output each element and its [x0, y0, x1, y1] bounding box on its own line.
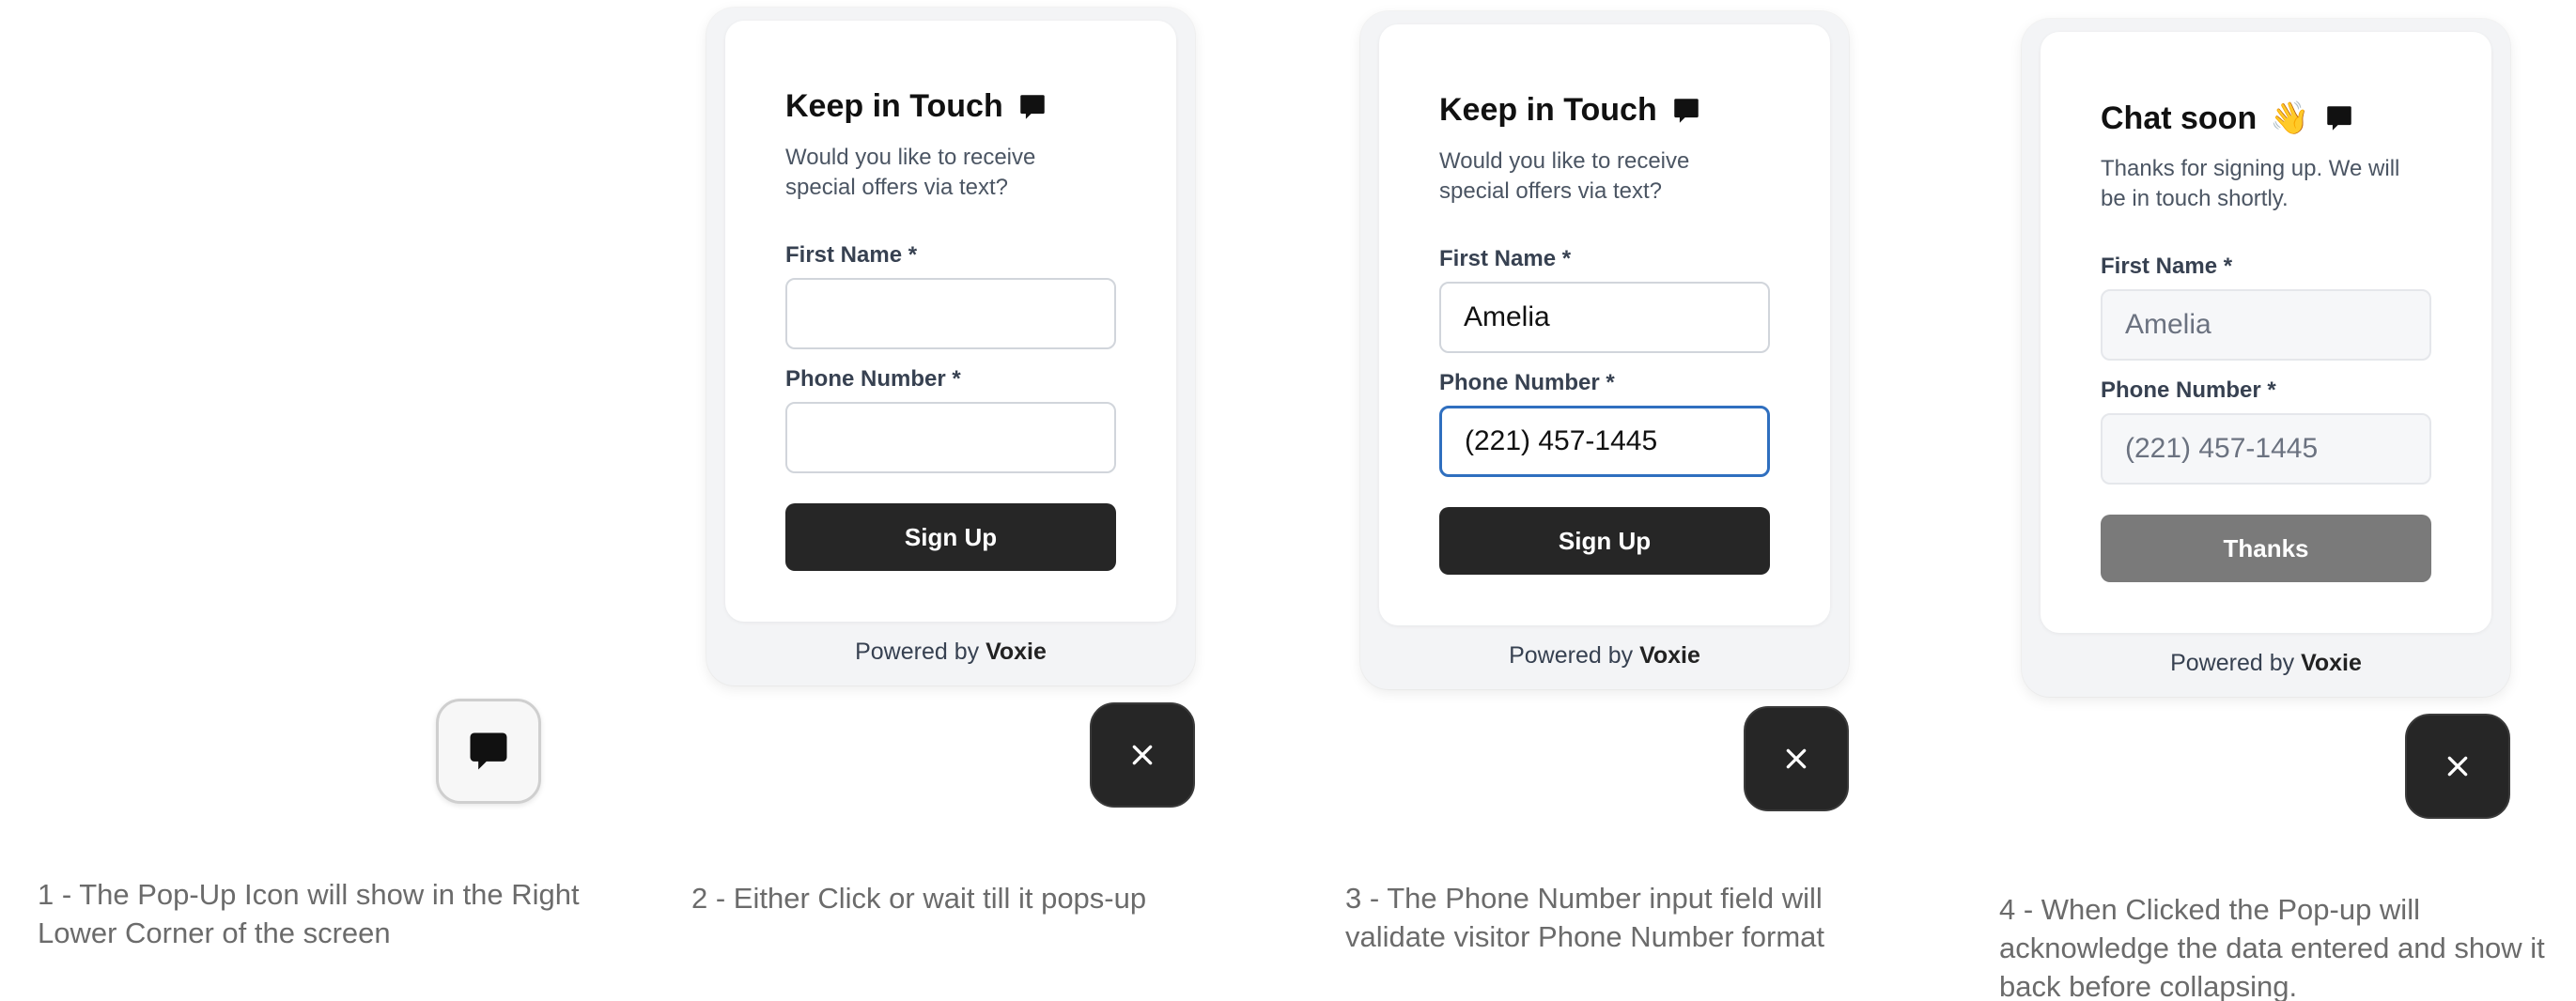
powered-by: Powered by Voxie: [1360, 642, 1849, 670]
phone-number-label: Phone Number *: [785, 366, 961, 392]
chat-launcher-button[interactable]: [436, 699, 541, 804]
brand-name: Voxie: [985, 639, 1047, 665]
card-subtitle: Thanks for signing up. We will be in tou…: [2101, 156, 2400, 211]
card-title: Keep in Touch: [1439, 92, 1702, 129]
close-icon: [2447, 756, 2468, 777]
card-title: Keep in Touch: [785, 88, 1048, 125]
first-name-input[interactable]: [785, 278, 1116, 349]
close-popup-button[interactable]: [1744, 706, 1849, 811]
chat-bubble-icon: [1673, 98, 1699, 123]
title-text: Keep in Touch: [1439, 92, 1657, 128]
powered-by: Powered by Voxie: [2022, 650, 2510, 677]
chat-bubble-icon: [470, 732, 507, 770]
thanks-button: Thanks: [2101, 515, 2431, 582]
brand-name: Voxie: [2301, 650, 2362, 676]
signup-widget-step-4: Chat soon 👋 Thanks for signing up. We wi…: [2022, 19, 2510, 697]
chat-bubble-icon: [1019, 94, 1045, 119]
close-icon: [1132, 745, 1153, 765]
card-title: Chat soon 👋: [2101, 100, 2355, 137]
chat-bubble-icon: [2326, 106, 2351, 131]
step-3-caption: 3 - The Phone Number input field will va…: [1345, 882, 1825, 953]
powered-by: Powered by Voxie: [706, 639, 1195, 666]
first-name-label: First Name *: [1439, 246, 1572, 271]
first-name-input: [2101, 289, 2431, 361]
step-4-caption: 4 - When Clicked the Pop-up will acknowl…: [1999, 893, 2545, 1001]
signup-widget-step-3: Keep in Touch Would you like to receive …: [1360, 11, 1849, 689]
title-text: Keep in Touch: [785, 88, 1003, 124]
first-name-label: First Name *: [2101, 254, 2233, 279]
signup-widget-step-2: Keep in Touch Would you like to receive …: [706, 8, 1195, 685]
first-name-label: First Name *: [785, 242, 918, 268]
step-2-caption: 2 - Either Click or wait till it pops-up: [691, 882, 1147, 915]
powered-prefix: Powered by: [2170, 650, 2295, 676]
phone-number-input: [2101, 413, 2431, 485]
brand-name: Voxie: [1639, 642, 1700, 669]
card-subtitle: Would you like to receive special offers…: [1439, 148, 1690, 204]
waving-hand-icon: 👋: [2270, 100, 2310, 137]
signup-card: Keep in Touch Would you like to receive …: [1379, 24, 1830, 625]
title-text: Chat soon: [2101, 100, 2258, 136]
close-popup-button[interactable]: [1090, 702, 1195, 808]
card-subtitle: Would you like to receive special offers…: [785, 145, 1036, 200]
phone-number-input[interactable]: [1439, 406, 1770, 477]
step-1-caption: 1 - The Pop-Up Icon will show in the Rig…: [38, 878, 580, 949]
signup-card: Keep in Touch Would you like to receive …: [725, 21, 1176, 622]
close-icon: [1786, 748, 1807, 769]
powered-prefix: Powered by: [855, 639, 980, 665]
sign-up-button[interactable]: Sign Up: [785, 503, 1116, 571]
sign-up-button[interactable]: Sign Up: [1439, 507, 1770, 575]
phone-number-input[interactable]: [785, 402, 1116, 473]
first-name-input[interactable]: [1439, 282, 1770, 353]
phone-number-label: Phone Number *: [1439, 370, 1615, 395]
close-popup-button[interactable]: [2405, 714, 2510, 819]
phone-number-label: Phone Number *: [2101, 377, 2276, 403]
signup-card: Chat soon 👋 Thanks for signing up. We wi…: [2041, 32, 2491, 633]
powered-prefix: Powered by: [1509, 642, 1634, 669]
